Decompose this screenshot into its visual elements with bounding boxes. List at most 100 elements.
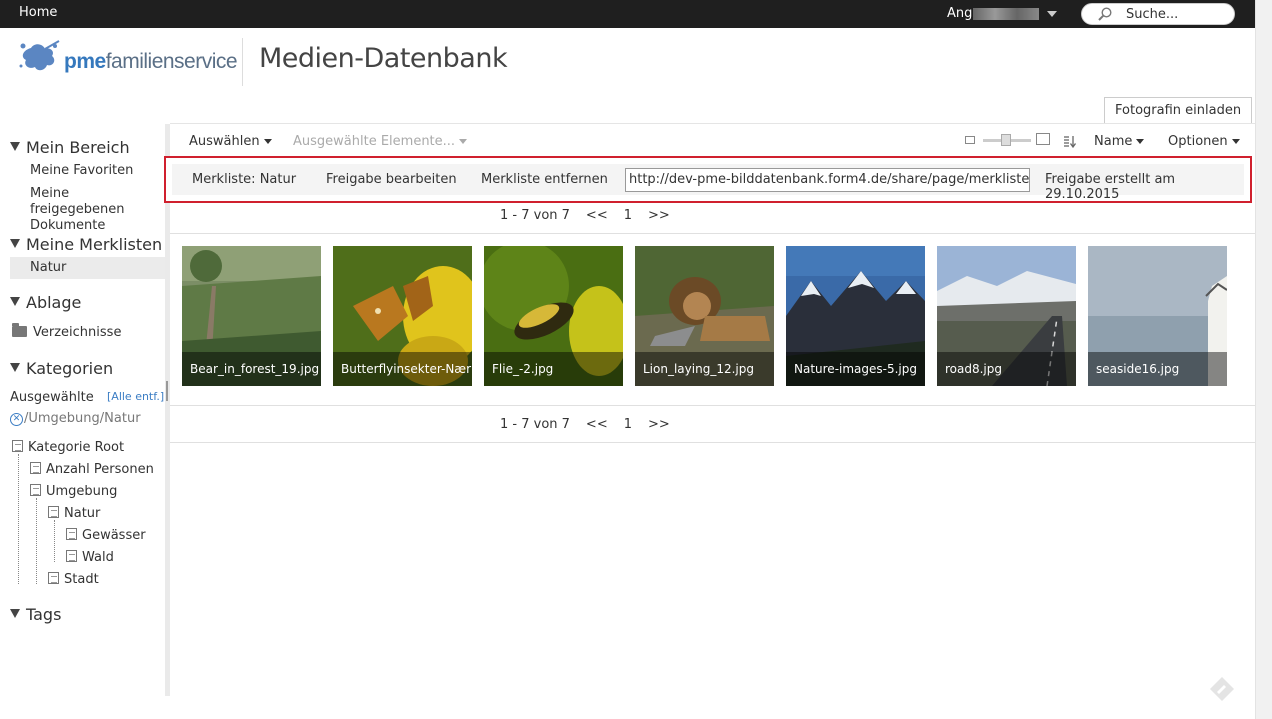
caret-down-icon [1231,139,1240,144]
thumbnail-size-slider[interactable] [965,132,1053,148]
triangle-down-icon [10,297,20,306]
caret-down-icon [1136,139,1145,144]
thumbnail-caption: seaside16.jpg [1088,352,1227,386]
thumbnail-item[interactable]: Flie_-2.jpg [484,246,623,386]
list-name-label: Merkliste: Natur [192,172,297,187]
sidebar-item-favoriten[interactable]: Meine Favoriten [30,163,133,179]
search-box[interactable] [1081,3,1235,25]
document-icon [48,506,59,518]
top-navigation-bar: Home Ang [0,0,1255,28]
invite-photographer-button[interactable]: Fotografin einladen [1104,97,1253,124]
selected-categories-label: Ausgewählte [10,390,94,405]
document-icon [12,440,23,452]
thumbnail-caption: Bear_in_forest_19.jpg [182,352,321,386]
divider [170,405,1255,406]
pagination-range: 1 - 7 von 7 [500,208,570,223]
thumbnail-caption: Nature-images-5.jpg [786,352,925,386]
options-dropdown[interactable]: Optionen [1168,134,1240,149]
sidebar-item-freigegeben[interactable]: Meine freigegebenen Dokumente [30,186,165,234]
sidebar-item-verzeichnisse[interactable]: Verzeichnisse [12,323,121,341]
next-page-button[interactable]: >> [648,417,670,432]
edit-share-button[interactable]: Freigabe bearbeiten [326,172,457,187]
search-input[interactable] [1126,6,1226,23]
chevron-down-icon [1047,10,1058,17]
thumbnail-item[interactable]: Bear_in_forest_19.jpg [182,246,321,386]
tree-item-umgebung[interactable]: Umgebung [30,484,117,499]
document-icon [30,462,41,474]
share-bar: Merkliste: Natur Freigabe bearbeiten Mer… [164,156,1252,203]
toolbar-divider [170,123,1255,124]
thumbnail-item[interactable]: Lion_laying_12.jpg [635,246,774,386]
clear-all-link[interactable]: [Alle entf.] [107,390,164,403]
pagination-range: 1 - 7 von 7 [500,417,570,432]
pagination-bottom: 1 - 7 von 7 << 1 >> [500,417,686,432]
document-icon [48,572,59,584]
page-title: Medien-Datenbank [259,43,508,74]
user-name: Ang [947,6,973,21]
page-number-button[interactable]: 1 [624,417,632,432]
section-ablage[interactable]: Ablage [10,293,81,312]
thumbnail-item[interactable]: road8.jpg [937,246,1076,386]
triangle-down-icon [10,239,20,248]
search-icon [1098,7,1112,21]
prev-page-button[interactable]: << [586,208,608,223]
thumbnail-item[interactable]: seaside16.jpg [1088,246,1227,386]
triangle-down-icon [10,609,20,618]
document-icon [66,528,77,540]
caret-down-icon [263,139,272,144]
divider [170,233,1255,234]
logo-splash-icon [19,40,60,71]
pagination-top: 1 - 7 von 7 << 1 >> [500,208,686,223]
pme-logo[interactable]: pmefamilienservice [17,38,238,78]
home-link[interactable]: Home [19,5,57,20]
sort-dropdown[interactable]: Name [1094,134,1145,149]
logo-text: pmefamilienservice [64,50,238,73]
share-created-date: Freigabe erstellt am 29.10.2015 [1045,172,1176,202]
select-dropdown[interactable]: Auswählen [189,134,272,149]
tree-item-wald[interactable]: Wald [66,550,114,565]
thumbnail-item[interactable]: Nature-images-5.jpg [786,246,925,386]
sidebar-item-natur[interactable]: Natur [10,257,165,279]
next-page-button[interactable]: >> [648,208,670,223]
thumbnail-caption: road8.jpg [937,352,1076,386]
share-url-field[interactable]: http://dev-pme-bilddatenbank.form4.de/sh… [625,168,1030,192]
section-mein-bereich[interactable]: Mein Bereich [10,138,130,157]
section-merklisten[interactable]: Meine Merklisten [10,235,162,254]
pencil-diamond-icon[interactable] [1209,676,1235,702]
document-icon [66,550,77,562]
thumbnail-item[interactable]: Butterflyinsekter-Nærbilde [333,246,472,386]
redacted-username [973,7,1040,20]
prev-page-button[interactable]: << [586,417,608,432]
tree-item-gewaesser[interactable]: Gewässer [66,528,146,543]
document-icon [30,484,41,496]
tree-connector [18,454,19,584]
sidebar: Mein Bereich Meine Favoriten Meine freig… [10,124,165,696]
page-number-button[interactable]: 1 [624,208,632,223]
page-scrollbar[interactable] [1255,0,1272,719]
section-tags[interactable]: Tags [10,605,61,624]
folder-icon [12,323,27,337]
selected-items-dropdown[interactable]: Ausgewählte Elemente... [293,134,468,149]
tree-connector [36,498,37,584]
section-kategorien[interactable]: Kategorien [10,359,113,378]
remove-circle-icon[interactable]: ✕ [10,413,23,426]
tree-connector [54,520,55,562]
user-menu[interactable]: Ang [947,6,1058,21]
sidebar-resize-handle[interactable] [165,124,170,696]
tree-item-stadt[interactable]: Stadt [48,572,99,587]
thumbnail-caption: Lion_laying_12.jpg [635,352,774,386]
selected-category-chip[interactable]: ✕/Umgebung/Natur [10,411,141,426]
tree-item-root[interactable]: Kategorie Root [12,440,124,455]
small-image-icon [965,136,975,144]
grip-icon [166,381,168,401]
triangle-down-icon [10,363,20,372]
caret-down-icon [459,139,468,144]
tree-item-natur[interactable]: Natur [48,506,100,521]
remove-list-button[interactable]: Merkliste entfernen [481,172,608,187]
slider-handle[interactable] [1001,134,1011,146]
tree-item-anzahl-personen[interactable]: Anzahl Personen [30,462,154,477]
triangle-down-icon [10,142,20,151]
sort-icon[interactable] [1063,135,1077,148]
thumbnail-caption: Butterflyinsekter-Nærbilde [333,352,472,386]
large-image-icon [1036,133,1050,145]
